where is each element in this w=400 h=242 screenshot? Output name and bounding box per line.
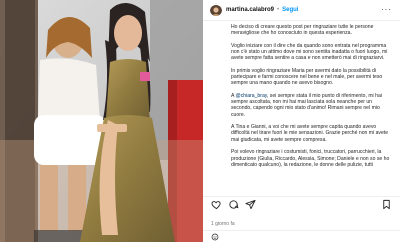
post-photo[interactable]: [0, 0, 203, 242]
comment-icon[interactable]: [228, 199, 239, 210]
post-panel: martina.calabro9 • Segui ··· Ho deciso d…: [203, 0, 400, 242]
follow-button[interactable]: Segui: [282, 7, 298, 13]
caption-paragraph: Voglio iniziare con il dire che da quand…: [231, 42, 388, 62]
post-timestamp: 1 giorno fa: [211, 221, 235, 227]
username[interactable]: martina.calabro9: [226, 7, 274, 13]
mention-link[interactable]: @chiara_bray: [236, 93, 267, 99]
caption-paragraph: Ho deciso di creare questo post per ring…: [231, 24, 374, 37]
avatar-image: [210, 5, 222, 16]
post-header: martina.calabro9 • Segui ···: [203, 0, 400, 21]
post-caption: Ho deciso di creare questo post per ring…: [231, 24, 394, 192]
bookmark-icon[interactable]: [381, 199, 392, 210]
emoji-icon[interactable]: [211, 233, 219, 241]
caption-paragraph: Poi volevo ringraziare i costumisti, fon…: [231, 149, 390, 168]
instagram-post-window: martina.calabro9 • Segui ··· Ho deciso d…: [0, 0, 400, 242]
more-options-icon[interactable]: ···: [381, 5, 392, 14]
comment-bar[interactable]: [203, 230, 400, 242]
separator-dot: •: [277, 7, 280, 13]
caption-paragraph: In primis voglio ringraziare Maria per a…: [231, 67, 383, 87]
heart-icon[interactable]: [211, 199, 222, 210]
share-icon[interactable]: [245, 199, 256, 210]
user-avatar[interactable]: [210, 4, 222, 16]
caption-paragraph: A Tina e Gianni, a voi che mi avete semp…: [231, 124, 389, 143]
caption-paragraph-mention: A @chiara_bray, sei sempre stata il mio …: [231, 93, 394, 118]
post-photo-image: [0, 0, 203, 242]
post-actions-bar: [203, 196, 400, 213]
